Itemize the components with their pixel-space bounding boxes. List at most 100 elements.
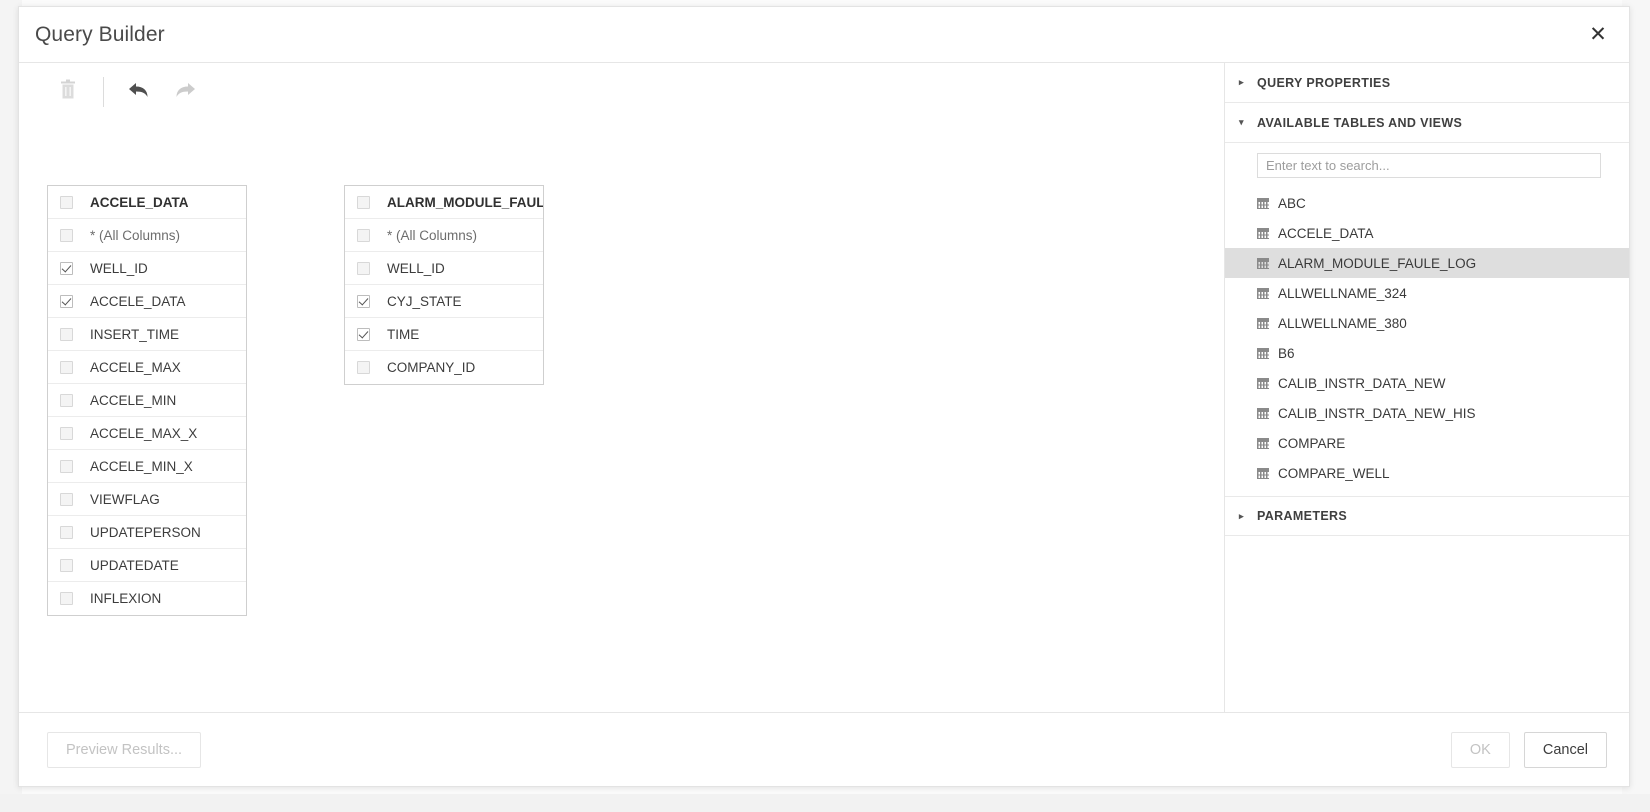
checkbox[interactable] [357,261,370,275]
available-table-label: COMPARE_WELL [1278,465,1390,481]
available-table-item[interactable]: ALARM_MODULE_FAULE_LOG [1225,248,1629,278]
table-column-label: TIME [387,326,420,342]
dialog-footer: Preview Results... OK Cancel [19,712,1629,786]
table-column-row[interactable]: UPDATEDATE [48,549,246,582]
checkbox[interactable] [60,393,73,407]
ok-button[interactable]: OK [1450,731,1510,768]
section-parameters[interactable]: ▸ PARAMETERS [1225,496,1629,536]
table-column-label: INSERT_TIME [90,326,180,342]
available-table-item[interactable]: ALLWELLNAME_324 [1225,278,1629,308]
checkbox[interactable] [60,426,73,440]
table-column-row[interactable]: CYJ_STATE [345,285,543,318]
cancel-button[interactable]: Cancel [1523,731,1607,768]
checkbox[interactable] [357,228,370,242]
undo-arrow-icon [126,79,152,106]
checkbox-checked[interactable] [60,294,73,308]
table-column-label: * (All Columns) [387,227,478,243]
available-table-item[interactable]: COMPARE_WELL [1225,458,1629,488]
available-table-item[interactable]: B6 [1225,338,1629,368]
table-card[interactable]: ALARM_MODULE_FAUL... * (All Columns) WELL_… [344,185,544,385]
table-column-row[interactable]: INSERT_TIME [48,318,246,351]
table-column-row[interactable]: VIEWFLAG [48,483,246,516]
table-column-label: INFLEXION [90,591,162,606]
table-column-label: * (All Columns) [90,227,181,243]
checkbox-checked[interactable] [357,294,370,308]
table-column-row[interactable]: ACCELE_MAX_X [48,417,246,450]
dialog-body: ACCELE_DATA * (All Columns) WELL_ID ACCELE_… [19,63,1629,712]
redo-arrow-icon [172,79,198,106]
available-table-item[interactable]: ACCELE_DATA [1225,218,1629,248]
checkbox[interactable] [60,459,73,473]
checkbox[interactable] [357,195,370,209]
delete-button[interactable] [47,73,89,111]
section-parameters-label: PARAMETERS [1257,509,1348,523]
checkbox[interactable] [60,592,73,605]
table-column-row[interactable]: * (All Columns) [345,219,543,252]
table-grid-icon [1257,257,1269,269]
redo-button[interactable] [164,73,206,111]
footer-actions: OK Cancel [1450,731,1607,768]
trash-icon [58,79,78,106]
table-column-row[interactable]: ACCELE_DATA [48,285,246,318]
table-grid-icon [1257,317,1269,329]
table-column-label: WELL_ID [90,260,148,276]
table-column-row[interactable]: ACCELE_MIN [48,384,246,417]
sidebar-filler [1225,536,1629,712]
section-query-properties[interactable]: ▸ QUERY PROPERTIES [1225,63,1629,103]
table-grid-icon [1257,377,1269,389]
checkbox[interactable] [60,492,73,506]
available-table-item[interactable]: ALLWELLNAME_380 [1225,308,1629,338]
checkbox[interactable] [60,558,73,572]
available-table-item[interactable]: CALIB_INSTR_DATA_NEW [1225,368,1629,398]
available-table-item[interactable]: ABC [1225,188,1629,218]
preview-results-button[interactable]: Preview Results... [47,731,202,768]
table-column-row[interactable]: * (All Columns) [48,219,246,252]
table-column-label: ACCELE_DATA [90,293,186,309]
table-grid-icon [1257,407,1269,419]
available-table-item[interactable]: COMPARE [1225,428,1629,458]
table-column-label: ACCELE_MAX [90,359,181,375]
table-column-row[interactable]: UPDATEPERSON [48,516,246,549]
checkbox[interactable] [60,327,73,341]
available-table-label: ABC [1278,195,1306,211]
checkbox[interactable] [60,195,73,209]
section-available-tables[interactable]: ▾ AVAILABLE TABLES AND VIEWS [1225,103,1629,143]
checkbox[interactable] [60,360,73,374]
table-card[interactable]: ACCELE_DATA * (All Columns) WELL_ID ACCELE_… [47,185,247,616]
checkbox-checked[interactable] [357,327,370,341]
available-table-label: CALIB_INSTR_DATA_NEW [1278,375,1446,391]
table-card-header[interactable]: ALARM_MODULE_FAUL... [345,186,543,219]
checkbox[interactable] [60,228,73,242]
table-column-row[interactable]: INFLEXION [48,582,246,615]
table-column-label: WELL_ID [387,260,445,276]
table-grid-icon [1257,437,1269,449]
table-grid-icon [1257,347,1269,359]
table-card-header[interactable]: ACCELE_DATA [48,186,246,219]
table-column-row[interactable]: WELL_ID [48,252,246,285]
table-column-row[interactable]: TIME [345,318,543,351]
dialog-titlebar: Query Builder ✕ [19,7,1629,63]
available-table-label: CALIB_INSTR_DATA_NEW_HIS [1278,405,1476,421]
available-table-item[interactable]: CALIB_INSTR_DATA_NEW_HIS [1225,398,1629,428]
table-column-label: UPDATEDATE [90,557,179,573]
query-canvas[interactable]: ACCELE_DATA * (All Columns) WELL_ID ACCELE_… [19,121,1224,712]
available-table-label: ALLWELLNAME_324 [1278,285,1407,301]
checkbox[interactable] [60,525,73,539]
dialog-title: Query Builder [35,22,165,46]
table-column-label: ACCELE_MIN_X [90,458,193,474]
canvas-column: ACCELE_DATA * (All Columns) WELL_ID ACCELE_… [19,63,1225,712]
table-column-label: UPDATEPERSON [90,524,201,540]
table-column-row[interactable]: WELL_ID [345,252,543,285]
checkbox[interactable] [357,361,370,374]
search-wrapper [1225,153,1629,186]
checkbox-checked[interactable] [60,261,73,275]
table-card-title: ACCELE_DATA [90,194,189,210]
search-input[interactable] [1257,153,1601,178]
sidebar-panel: ▸ QUERY PROPERTIES ▾ AVAILABLE TABLES AN… [1225,63,1629,712]
table-column-row[interactable]: COMPANY_ID [345,351,543,384]
close-icon[interactable]: ✕ [1583,20,1613,50]
table-column-row[interactable]: ACCELE_MIN_X [48,450,246,483]
undo-button[interactable] [118,73,160,111]
table-column-row[interactable]: ACCELE_MAX [48,351,246,384]
available-tables-body: ABC ACCELE_DATA ALARM_MODULE_FAULE_LOG ALLW… [1225,143,1629,496]
